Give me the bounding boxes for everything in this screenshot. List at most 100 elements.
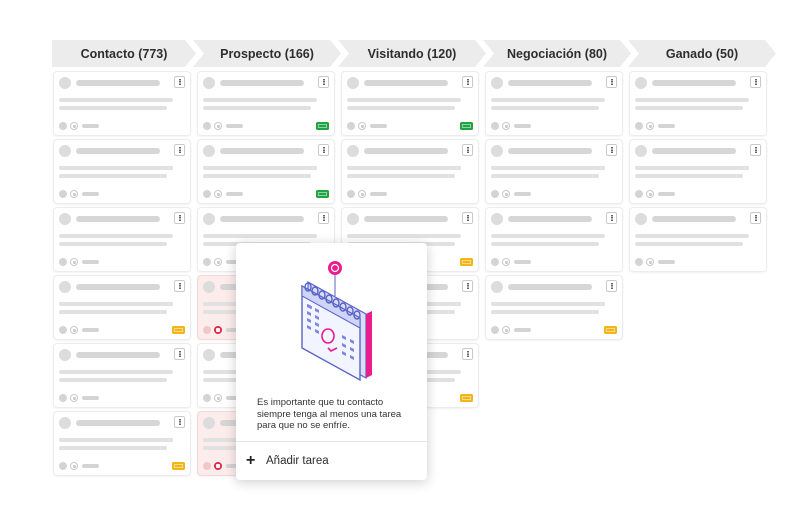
more-icon[interactable] [318,144,329,156]
avatar [59,417,71,429]
owner-avatar [347,122,355,130]
task-icon [646,122,654,130]
deal-title-placeholder [652,80,736,86]
more-icon[interactable] [606,76,617,88]
owner-avatar [203,258,211,266]
plus-icon: + [246,452,256,469]
deal-card[interactable] [54,140,190,203]
avatar [347,213,359,225]
more-icon[interactable] [462,348,473,360]
more-icon[interactable] [606,280,617,292]
avatar [491,281,503,293]
more-icon[interactable] [174,212,185,224]
deal-card[interactable] [486,276,622,339]
stage-prospecto[interactable]: Prospecto (166) [193,40,341,67]
owner-avatar [59,122,67,130]
deal-line-placeholder [59,310,167,314]
add-task-button[interactable]: + Añadir tarea [236,442,427,480]
deal-line-placeholder [635,174,743,178]
deal-card[interactable] [486,208,622,271]
deal-line-placeholder [59,370,173,374]
deal-card[interactable] [54,344,190,407]
task-icon [70,462,78,470]
deal-card[interactable] [54,276,190,339]
meta-placeholder [82,328,99,332]
deal-line-placeholder [59,438,173,442]
avatar [203,281,215,293]
deal-line-placeholder [491,234,605,238]
more-icon[interactable] [174,280,185,292]
calendar-icon [301,261,372,382]
stage-ganado[interactable]: Ganado (50) [628,40,776,67]
avatar [59,145,71,157]
deal-card[interactable] [342,140,478,203]
no-task-alert-icon[interactable] [214,462,222,470]
no-task-alert-icon[interactable] [214,326,222,334]
deal-title-placeholder [364,148,448,154]
more-icon[interactable] [462,76,473,88]
meta-placeholder [658,192,675,196]
deal-title-placeholder [508,284,592,290]
task-icon [214,190,222,198]
owner-avatar [635,258,643,266]
deal-line-placeholder [347,174,455,178]
more-icon[interactable] [606,144,617,156]
meta-placeholder [82,396,99,400]
deal-card[interactable] [54,412,190,475]
deal-title-placeholder [508,216,592,222]
more-icon[interactable] [750,76,761,88]
deal-card[interactable] [342,72,478,135]
more-icon[interactable] [750,212,761,224]
deal-card[interactable] [54,72,190,135]
deal-line-placeholder [347,166,461,170]
deal-card[interactable] [486,140,622,203]
more-icon[interactable] [606,212,617,224]
deal-card[interactable] [198,140,334,203]
avatar [59,349,71,361]
deal-card[interactable] [54,208,190,271]
more-icon[interactable] [462,280,473,292]
more-icon[interactable] [462,212,473,224]
deal-line-placeholder [491,166,605,170]
deal-card[interactable] [630,208,766,271]
deal-line-placeholder [635,242,743,246]
green-tag-icon [316,190,329,198]
yellow-tag-icon [604,326,617,334]
owner-avatar [491,122,499,130]
owner-avatar [491,326,499,334]
deal-card[interactable] [198,72,334,135]
task-icon [214,258,222,266]
more-icon[interactable] [174,348,185,360]
owner-avatar [347,190,355,198]
more-icon[interactable] [174,416,185,428]
more-icon[interactable] [462,144,473,156]
more-icon[interactable] [750,144,761,156]
deal-card[interactable] [630,140,766,203]
deal-title-placeholder [76,352,160,358]
avatar [347,77,359,89]
deal-card[interactable] [486,72,622,135]
owner-avatar [203,462,211,470]
task-icon [214,394,222,402]
deal-line-placeholder [347,106,455,110]
more-icon[interactable] [318,76,329,88]
deal-line-placeholder [59,98,173,102]
meta-placeholder [514,124,531,128]
more-icon[interactable] [174,76,185,88]
missing-task-popover: Es importante que tu contacto siempre te… [236,243,427,480]
task-icon [502,122,510,130]
deal-line-placeholder [491,174,599,178]
deal-title-placeholder [76,216,160,222]
more-icon[interactable] [318,212,329,224]
stage-negociacion[interactable]: Negociación (80) [483,40,631,67]
green-tag-icon [460,122,473,130]
deal-title-placeholder [220,80,304,86]
deal-card[interactable] [630,72,766,135]
stage-contacto[interactable]: Contacto (773) [52,40,196,67]
task-icon [646,190,654,198]
owner-avatar [203,394,211,402]
deal-title-placeholder [364,216,448,222]
deal-title-placeholder [76,148,160,154]
more-icon[interactable] [174,144,185,156]
stage-visitando[interactable]: Visitando (120) [338,40,486,67]
